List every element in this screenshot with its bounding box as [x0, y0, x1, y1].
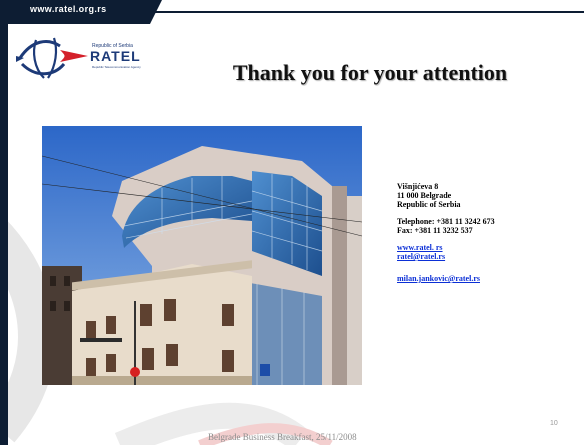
header-band: www.ratel.org.rs	[0, 0, 162, 24]
address-street: Višnjićeva 8	[397, 182, 439, 191]
header-url: www.ratel.org.rs	[30, 4, 107, 14]
footer-text: Belgrade Business Breakfast, 25/11/2008	[208, 432, 357, 442]
address-country: Republic of Serbia	[397, 200, 461, 209]
fax: Fax: +381 11 3232 537	[397, 226, 473, 235]
contact-info: Višnjićeva 8 11 000 Belgrade Republic of…	[397, 182, 577, 283]
logo-name: RATEL	[90, 48, 141, 64]
slide-title: Thank you for your attention	[232, 60, 508, 85]
telephone: Telephone: +381 11 3242 673	[397, 217, 495, 226]
page-number: 10	[550, 420, 558, 427]
logo-agency: Republic Telecommunication Agency	[92, 65, 141, 69]
slide: www.ratel.org.rs Republic of Serbia RATE…	[0, 0, 584, 445]
address-city: 11 000 Belgrade	[397, 191, 452, 200]
website-link[interactable]: www.ratel. rs	[397, 243, 443, 252]
email-link[interactable]: ratel@ratel.rs	[397, 252, 445, 261]
ratel-logo: Republic of Serbia RATEL Republic Teleco…	[14, 34, 154, 80]
building-photo	[42, 126, 362, 385]
person-email-link[interactable]: milan.jankovic@ratel.rs	[397, 274, 480, 283]
left-accent-bar	[0, 0, 8, 445]
ratel-swirl-logo-icon	[16, 37, 88, 79]
